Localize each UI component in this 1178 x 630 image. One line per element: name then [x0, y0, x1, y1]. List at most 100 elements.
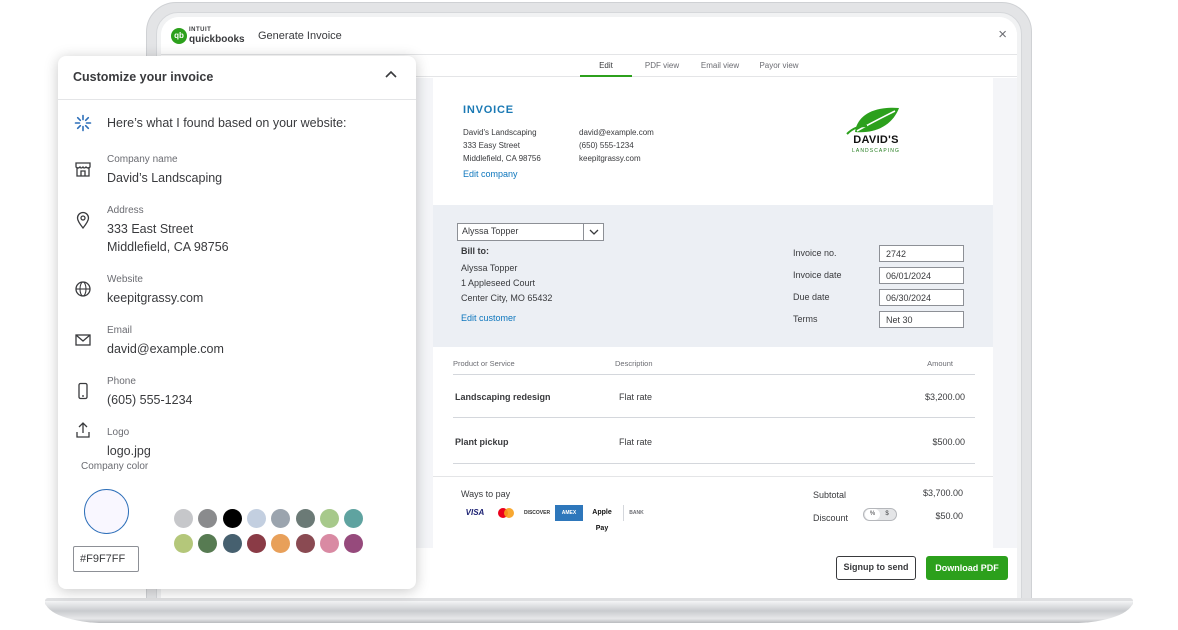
color-swatch[interactable]	[246, 509, 266, 528]
edit-customer-link[interactable]: Edit customer	[461, 313, 516, 323]
color-swatch[interactable]	[271, 534, 291, 553]
upload-icon	[76, 422, 90, 438]
address-value: 333 East Street Middlefield, CA 98756	[107, 220, 229, 256]
tab-email-view[interactable]: Email view	[694, 61, 746, 77]
email-label: Email	[107, 325, 133, 336]
customer-street: 1 Appleseed Court	[461, 278, 536, 288]
title-bar: qb INTUIT quickbooks Generate Invoice ×	[161, 17, 1017, 55]
column-amount: Amount	[927, 359, 953, 368]
table-row[interactable]: Plant pickup Flat rate $500.00	[453, 420, 975, 464]
quickbooks-brand: INTUIT quickbooks	[189, 26, 245, 45]
logo-subtitle: LANDSCAPING	[852, 148, 900, 154]
company-phone: (650) 555-1234	[579, 141, 634, 150]
chevron-up-icon[interactable]	[384, 67, 398, 81]
invoice-document: INVOICE David's Landscaping 333 Easy Str…	[433, 78, 993, 548]
signup-to-send-button[interactable]: Signup to send	[836, 556, 916, 580]
color-swatch[interactable]	[174, 534, 193, 553]
visa-icon: VISA	[465, 508, 485, 517]
company-street: 333 Easy Street	[463, 141, 520, 150]
invoice-heading: INVOICE	[463, 104, 514, 116]
company-name-label: Company name	[107, 154, 178, 165]
store-icon	[75, 162, 91, 177]
website-row[interactable]: Website keepitgrassy.com	[58, 274, 416, 314]
tab-payor-view[interactable]: Payor view	[754, 61, 804, 77]
email-row[interactable]: Email david@example.com	[58, 325, 416, 365]
email-value: david@example.com	[107, 342, 224, 356]
color-swatch[interactable]	[295, 509, 315, 528]
discount-dollar-option[interactable]: $	[881, 509, 893, 520]
table-row[interactable]: Landscaping redesign Flat rate $3,200.00	[453, 374, 975, 418]
logo-label: Logo	[107, 427, 130, 438]
discount-type-toggle[interactable]: % $	[863, 508, 897, 521]
edit-company-link[interactable]: Edit company	[463, 169, 518, 179]
address-row[interactable]: Address 333 East Street Middlefield, CA …	[58, 205, 416, 261]
subtotal-value: $3,700.00	[922, 488, 963, 498]
leaf-logo-icon	[846, 107, 899, 135]
color-swatch[interactable]	[198, 534, 218, 553]
invoice-date-field[interactable]: 06/01/2024	[879, 267, 964, 284]
invoice-date-label: Invoice date	[793, 270, 842, 280]
due-date-field[interactable]: 06/30/2024	[879, 289, 964, 306]
bill-to-address: Alyssa Topper 1 Appleseed Court Center C…	[461, 261, 552, 306]
download-pdf-button[interactable]: Download PDF	[926, 556, 1008, 580]
color-swatch[interactable]	[319, 509, 339, 528]
column-description: Description	[615, 359, 653, 368]
color-swatch[interactable]	[344, 509, 364, 528]
amex-icon: AMEX	[555, 505, 583, 521]
bill-to-section: Alyssa Topper Bill to: Alyssa Topper 1 A…	[433, 205, 993, 347]
chevron-down-icon[interactable]	[583, 224, 603, 240]
color-swatch[interactable]	[198, 509, 218, 528]
company-city: Middlefield, CA 98756	[463, 154, 541, 163]
payment-summary: Ways to pay VISA DISCOVER AMEX Apple Pay…	[433, 476, 993, 546]
color-swatch[interactable]	[344, 534, 364, 553]
phone-label: Phone	[107, 376, 136, 387]
due-date-row: Due date 06/30/2024	[793, 289, 964, 307]
company-name-row[interactable]: Company name David’s Landscaping	[58, 154, 416, 194]
color-swatch[interactable]	[222, 534, 242, 553]
color-swatch[interactable]	[174, 509, 193, 528]
logo-value: logo.jpg	[107, 444, 151, 458]
phone-row[interactable]: Phone (605) 555-1234	[58, 376, 416, 416]
invoice-number-field[interactable]: 2742	[879, 245, 964, 262]
discover-icon: DISCOVER	[523, 510, 551, 516]
discount-percent-option[interactable]: %	[865, 509, 880, 520]
discount-value: $50.00	[935, 511, 963, 521]
company-name: David's Landscaping	[463, 128, 537, 137]
color-swatch[interactable]	[319, 534, 339, 553]
item-description: Flat rate	[619, 437, 653, 447]
customer-name: Alyssa Topper	[461, 263, 518, 273]
sparkle-icon	[74, 114, 92, 132]
company-color-label: Company color	[81, 461, 149, 472]
ways-to-pay-label: Ways to pay	[461, 489, 511, 499]
window-title: Generate Invoice	[258, 30, 342, 42]
color-swatch[interactable]	[246, 534, 266, 553]
bill-to-label: Bill to:	[461, 246, 489, 256]
discount-label: Discount	[813, 513, 849, 523]
column-product: Product or Service	[453, 359, 515, 368]
color-palette	[174, 509, 374, 559]
laptop-base	[45, 601, 1133, 623]
tab-pdf-view[interactable]: PDF view	[639, 61, 685, 77]
logo-name: DAVID'S	[853, 134, 899, 146]
color-hex-input[interactable]: #F9F7FF	[73, 546, 139, 572]
terms-field[interactable]: Net 30	[879, 311, 964, 328]
invoice-number-label: Invoice no.	[793, 248, 837, 258]
color-swatch[interactable]	[222, 509, 242, 528]
item-amount: $500.00	[932, 437, 965, 447]
website-value: keepitgrassy.com	[107, 291, 204, 305]
color-swatch[interactable]	[295, 534, 315, 553]
terms-label: Terms	[793, 314, 818, 324]
customer-city: Center City, MO 65432	[461, 293, 553, 303]
bank-icon: BANK	[623, 505, 649, 521]
tab-edit[interactable]: Edit	[580, 61, 632, 77]
phone-value: (605) 555-1234	[107, 393, 193, 407]
subtotal-label: Subtotal	[813, 490, 847, 500]
company-contact: david@example.com (650) 555-1234 keepitg…	[579, 126, 654, 165]
selected-color-swatch[interactable]	[84, 489, 129, 534]
company-website: keepitgrassy.com	[579, 154, 641, 163]
location-pin-icon	[76, 211, 90, 229]
customer-select[interactable]: Alyssa Topper	[457, 223, 604, 241]
color-swatch[interactable]	[271, 509, 291, 528]
close-icon[interactable]: ×	[998, 26, 1007, 43]
company-name-value: David’s Landscaping	[107, 171, 223, 185]
